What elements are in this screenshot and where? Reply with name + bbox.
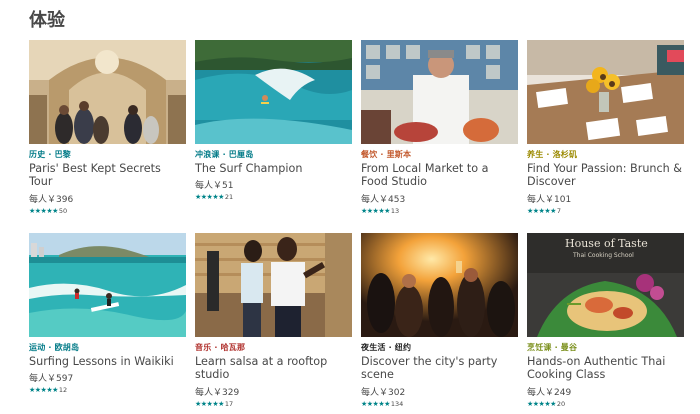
card-price: 每人￥597 [29, 374, 74, 385]
card-image-bangkok[interactable]: House of Taste Thai Cooking School [527, 233, 684, 337]
review-count: 7 [556, 206, 562, 215]
card-rating: ★★★★★ 21 [195, 193, 352, 201]
review-count: 134 [390, 399, 404, 408]
card-image-los-angeles[interactable] [527, 40, 684, 144]
card-image-bali[interactable] [195, 40, 352, 144]
card-title[interactable]: Discover the city's party scene [361, 355, 518, 382]
card-title[interactable]: Find Your Passion: Brunch & Discover [527, 162, 684, 189]
card-title[interactable]: Surfing Lessons in Waikiki [29, 355, 186, 368]
card-rating: ★★★★★ 7 [527, 207, 684, 215]
shop-sign-text: House of Taste [565, 237, 648, 250]
experience-card-new-york[interactable]: 夜生活 · 纽约 Discover the city's party scene… [361, 233, 518, 408]
star-rating-icon: ★★★★★ [361, 206, 390, 215]
experience-card-oahu[interactable]: 运动 · 欧胡岛 Surfing Lessons in Waikiki 每人￥5… [29, 233, 186, 394]
card-price: 每人￥249 [527, 387, 572, 398]
review-count: 17 [224, 399, 234, 408]
star-rating-icon: ★★★★★ [361, 399, 390, 408]
shop-sign-subtext: Thai Cooking School [572, 252, 634, 259]
card-category: 运动 · 欧胡岛 [29, 343, 80, 352]
card-rating: ★★★★★ 13 [361, 207, 518, 215]
experience-card-paris[interactable]: 历史 · 巴黎 Paris' Best Kept Secrets Tour 每人… [29, 40, 186, 215]
experience-card-bali[interactable]: 冲浪课 · 巴厘岛 The Surf Champion 每人￥51 ★★★★★ … [195, 40, 352, 201]
card-price: 每人￥396 [29, 194, 74, 205]
experience-card-bangkok[interactable]: House of Taste Thai Cooking School 烹饪课 ·… [527, 233, 684, 408]
review-count: 20 [556, 399, 566, 408]
experience-card-los-angeles[interactable]: 养生 · 洛杉矶 Find Your Passion: Brunch & Dis… [527, 40, 684, 215]
card-rating: ★★★★★ 50 [29, 207, 186, 215]
card-category: 历史 · 巴黎 [29, 150, 72, 159]
experience-card-havana[interactable]: 音乐 · 哈瓦那 Learn salsa at a rooftop studio… [195, 233, 352, 408]
card-price: 每人￥329 [195, 387, 240, 398]
card-image-oahu[interactable] [29, 233, 186, 337]
star-rating-icon: ★★★★★ [195, 399, 224, 408]
star-rating-icon: ★★★★★ [29, 206, 58, 215]
card-rating: ★★★★★ 20 [527, 400, 684, 408]
star-rating-icon: ★★★★★ [527, 399, 556, 408]
review-count: 21 [224, 193, 234, 202]
star-rating-icon: ★★★★★ [527, 206, 556, 215]
card-title[interactable]: From Local Market to a Food Studio [361, 162, 518, 189]
card-price: 每人￥51 [195, 181, 234, 192]
card-category: 餐饮 · 里斯本 [361, 150, 412, 159]
review-count: 12 [58, 386, 68, 395]
card-image-paris[interactable] [29, 40, 186, 144]
card-title[interactable]: Learn salsa at a rooftop studio [195, 355, 352, 382]
card-category: 冲浪课 · 巴厘岛 [195, 150, 254, 159]
card-category: 烹饪课 · 曼谷 [527, 343, 578, 352]
card-rating: ★★★★★ 134 [361, 400, 518, 408]
section-title: 体验 [29, 10, 65, 31]
experience-card-lisbon[interactable]: 餐饮 · 里斯本 From Local Market to a Food Stu… [361, 40, 518, 215]
star-rating-icon: ★★★★★ [29, 386, 58, 395]
card-title[interactable]: Paris' Best Kept Secrets Tour [29, 162, 186, 189]
card-price: 每人￥101 [527, 194, 572, 205]
card-category: 夜生活 · 纽约 [361, 343, 412, 352]
card-rating: ★★★★★ 17 [195, 400, 352, 408]
card-title[interactable]: Hands-on Authentic Thai Cooking Class [527, 355, 684, 382]
review-count: 50 [58, 206, 68, 215]
card-image-new-york[interactable] [361, 233, 518, 337]
star-rating-icon: ★★★★★ [195, 193, 224, 202]
card-price: 每人￥302 [361, 387, 406, 398]
card-price: 每人￥453 [361, 194, 406, 205]
card-category: 音乐 · 哈瓦那 [195, 343, 246, 352]
card-rating: ★★★★★ 12 [29, 386, 186, 394]
review-count: 13 [390, 206, 400, 215]
card-category: 养生 · 洛杉矶 [527, 150, 578, 159]
card-image-lisbon[interactable] [361, 40, 518, 144]
card-title[interactable]: The Surf Champion [195, 162, 352, 175]
card-image-havana[interactable] [195, 233, 352, 337]
